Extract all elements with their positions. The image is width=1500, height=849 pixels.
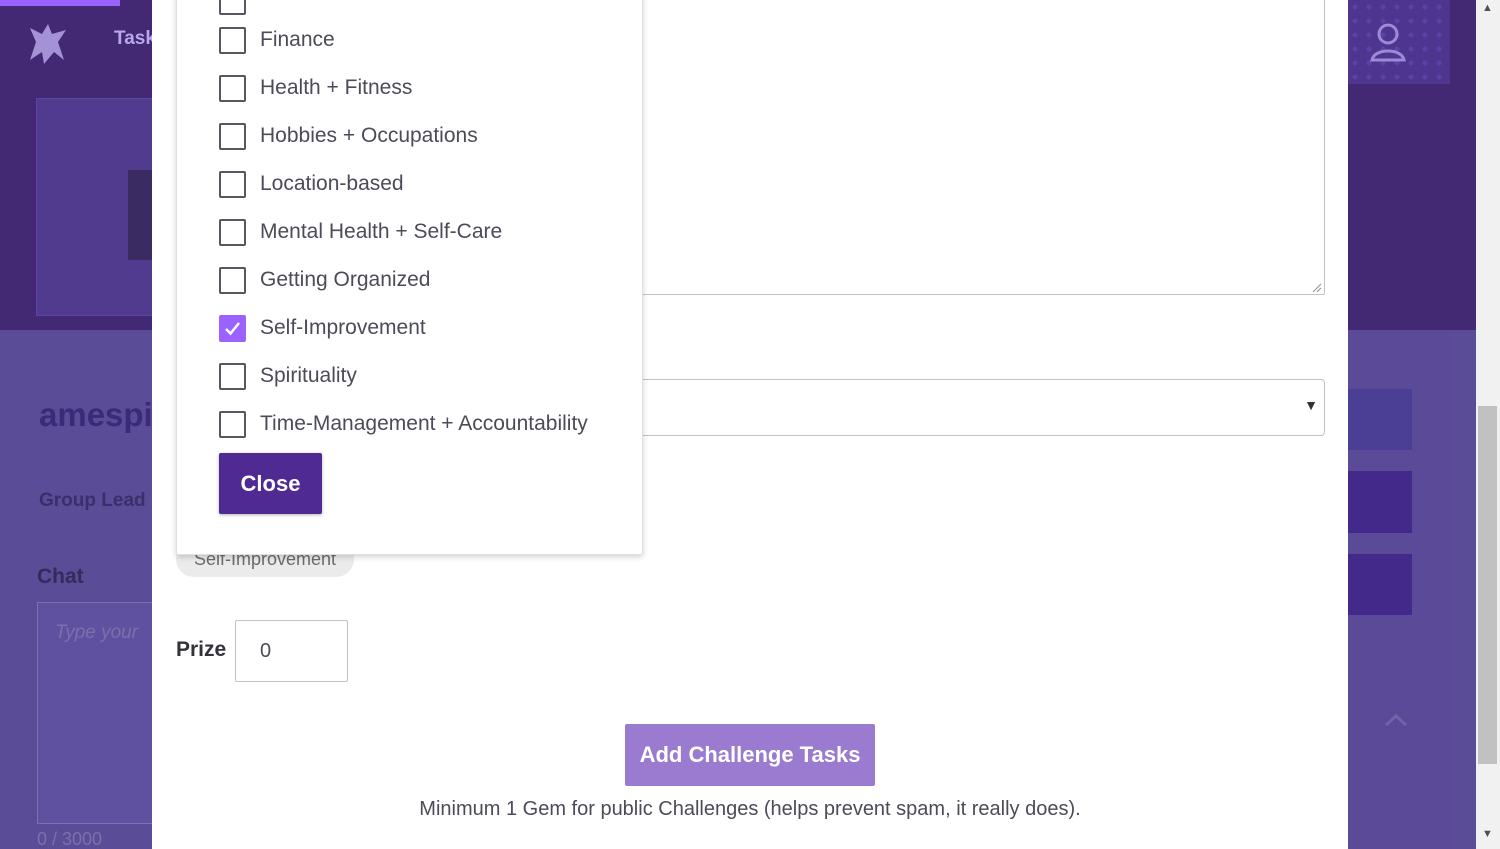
category-checkbox[interactable] [219,266,246,294]
category-checkbox[interactable] [219,362,246,390]
category-checkbox[interactable] [219,410,246,438]
gryphon-logo-icon[interactable] [26,20,70,66]
category-label: Mental Health + Self-Care [260,220,503,243]
category-item-spirituality[interactable]: Spirituality [219,362,357,390]
category-label: Finance [260,28,335,51]
caret-down-icon: ▼ [1304,397,1318,413]
category-checkbox[interactable] [219,170,246,198]
category-checkbox-checked[interactable] [219,314,246,342]
avatar [128,170,152,260]
categories-dropdown: Finance Health + Fitness Hobbies + Occup… [176,0,643,555]
category-item-finance[interactable]: Finance [219,26,335,54]
prize-input[interactable]: 0 [235,620,348,682]
group-leader-label: Group Lead [39,490,146,511]
prize-label: Prize [176,638,227,661]
category-label: Time-Management + Accountability [260,412,588,435]
category-item[interactable] [219,0,260,15]
category-item-getting-organized[interactable]: Getting Organized [219,266,430,294]
min-gem-note: Minimum 1 Gem for public Challenges (hel… [419,798,1081,820]
side-button-3[interactable] [1348,554,1412,615]
category-item-hobbies[interactable]: Hobbies + Occupations [219,122,478,150]
close-button[interactable]: Close [219,453,322,514]
category-label: Self-Improvement [260,316,426,339]
category-item-location[interactable]: Location-based [219,170,404,198]
category-label: Hobbies + Occupations [260,124,478,147]
chat-char-count: 0 / 3000 [37,829,103,849]
side-button-1[interactable] [1348,389,1412,450]
side-button-2[interactable] [1348,471,1412,533]
category-checkbox[interactable] [219,218,246,246]
resize-grip-icon[interactable] [1310,280,1322,293]
user-icon[interactable] [1366,20,1410,64]
category-label: Spirituality [260,364,357,387]
add-challenge-tasks-button[interactable]: Add Challenge Tasks [625,724,875,786]
category-checkbox[interactable] [219,0,246,15]
checkmark-icon [225,321,240,335]
category-label: Health + Fitness [260,76,413,99]
scroll-up-icon[interactable]: ▲ [1482,2,1493,14]
category-checkbox[interactable] [219,74,246,102]
category-item-mental-health[interactable]: Mental Health + Self-Care [219,218,502,246]
header-accent-bar [0,0,120,6]
scroll-down-icon[interactable]: ▼ [1482,828,1493,840]
category-label: Getting Organized [260,268,431,291]
page-scrollbar[interactable]: ▲ ▼ [1476,0,1500,849]
chat-heading: Chat [37,565,84,588]
category-label: Location-based [260,172,404,195]
category-checkbox[interactable] [219,122,246,150]
group-name: amespir [39,396,166,433]
chevron-up-icon[interactable] [1383,712,1409,728]
nav-tasks[interactable]: Task [114,28,156,50]
category-item-health-fitness[interactable]: Health + Fitness [219,74,412,102]
category-item-time-management[interactable]: Time-Management + Accountability [219,410,588,438]
category-checkbox[interactable] [219,26,246,54]
scrollbar-thumb[interactable] [1478,406,1497,764]
category-item-self-improvement[interactable]: Self-Improvement [219,314,426,342]
chat-placeholder: Type your [55,622,139,643]
